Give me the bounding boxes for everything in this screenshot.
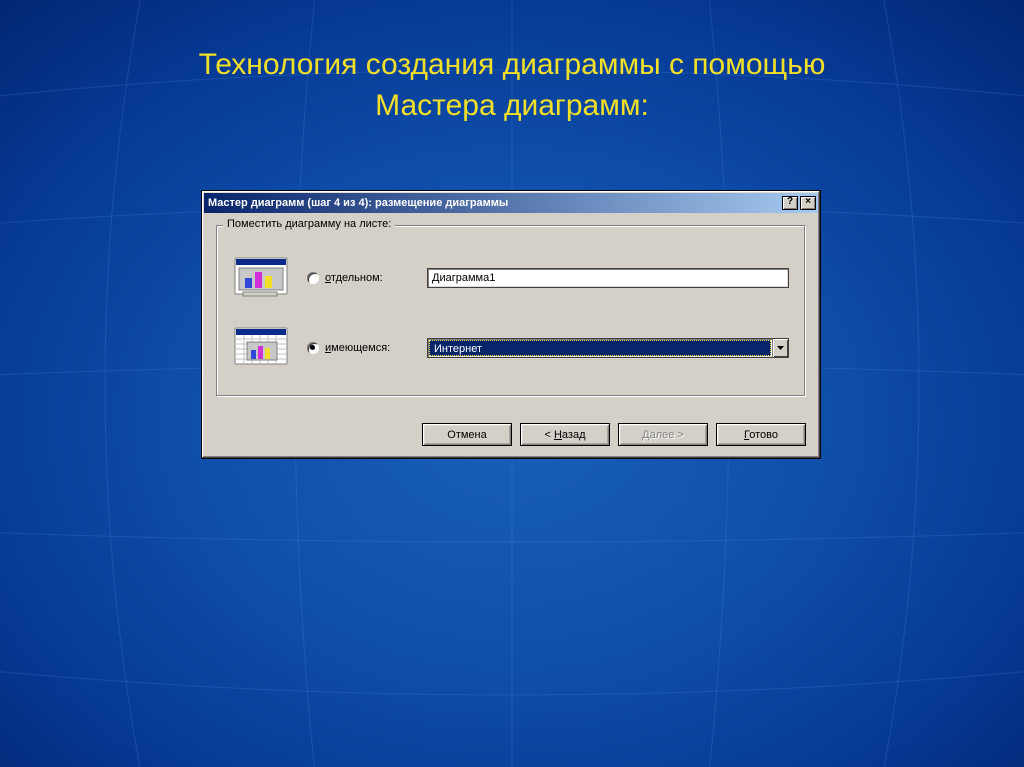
chart-wizard-dialog: Мастер диаграмм (шаг 4 из 4): размещение…	[201, 190, 821, 459]
slide-stage: Технология создания диаграммы с помощью …	[0, 0, 1024, 767]
radio-separate[interactable]: отдельном:	[307, 272, 427, 284]
radio-separate-label: отдельном:	[325, 272, 383, 284]
radio-existing-dot	[307, 342, 319, 354]
chart-sheet-icon	[233, 256, 293, 300]
row-existing-sheet: имеющемся: Интернет	[233, 326, 789, 370]
dialog-title: Мастер диаграмм (шаг 4 из 4): размещение…	[208, 197, 780, 209]
combo-selected: Интернет	[429, 340, 771, 356]
slide-title: Технология создания диаграммы с помощью …	[0, 45, 1024, 126]
placement-groupbox: Поместить диаграмму на листе:	[216, 225, 806, 397]
dialog-body: Поместить диаграмму на листе:	[202, 215, 820, 411]
radio-separate-dot	[307, 272, 319, 284]
finish-button[interactable]: Готово	[716, 423, 806, 446]
groupbox-legend: Поместить диаграмму на листе:	[223, 218, 395, 230]
slide-title-line1: Технология создания диаграммы с помощью	[199, 48, 826, 81]
radio-existing[interactable]: имеющемся:	[307, 342, 427, 354]
back-button[interactable]: < Назад	[520, 423, 610, 446]
close-button[interactable]: ×	[800, 196, 816, 210]
combo-dropdown-button[interactable]	[772, 339, 788, 357]
slide-title-line2: Мастера диаграмм:	[375, 89, 649, 122]
radio-existing-label: имеющемся:	[325, 342, 390, 354]
titlebar[interactable]: Мастер диаграмм (шаг 4 из 4): размещение…	[204, 193, 818, 213]
dialog-button-row: Отмена < Назад Далее > Готово	[202, 411, 820, 458]
row-separate-sheet: отдельном:	[233, 256, 789, 300]
next-button: Далее >	[618, 423, 708, 446]
embedded-chart-icon	[233, 326, 293, 370]
existing-sheet-combo[interactable]: Интернет	[427, 338, 789, 358]
help-button[interactable]: ?	[782, 196, 798, 210]
separate-sheet-name-input[interactable]	[427, 268, 789, 288]
cancel-button[interactable]: Отмена	[422, 423, 512, 446]
